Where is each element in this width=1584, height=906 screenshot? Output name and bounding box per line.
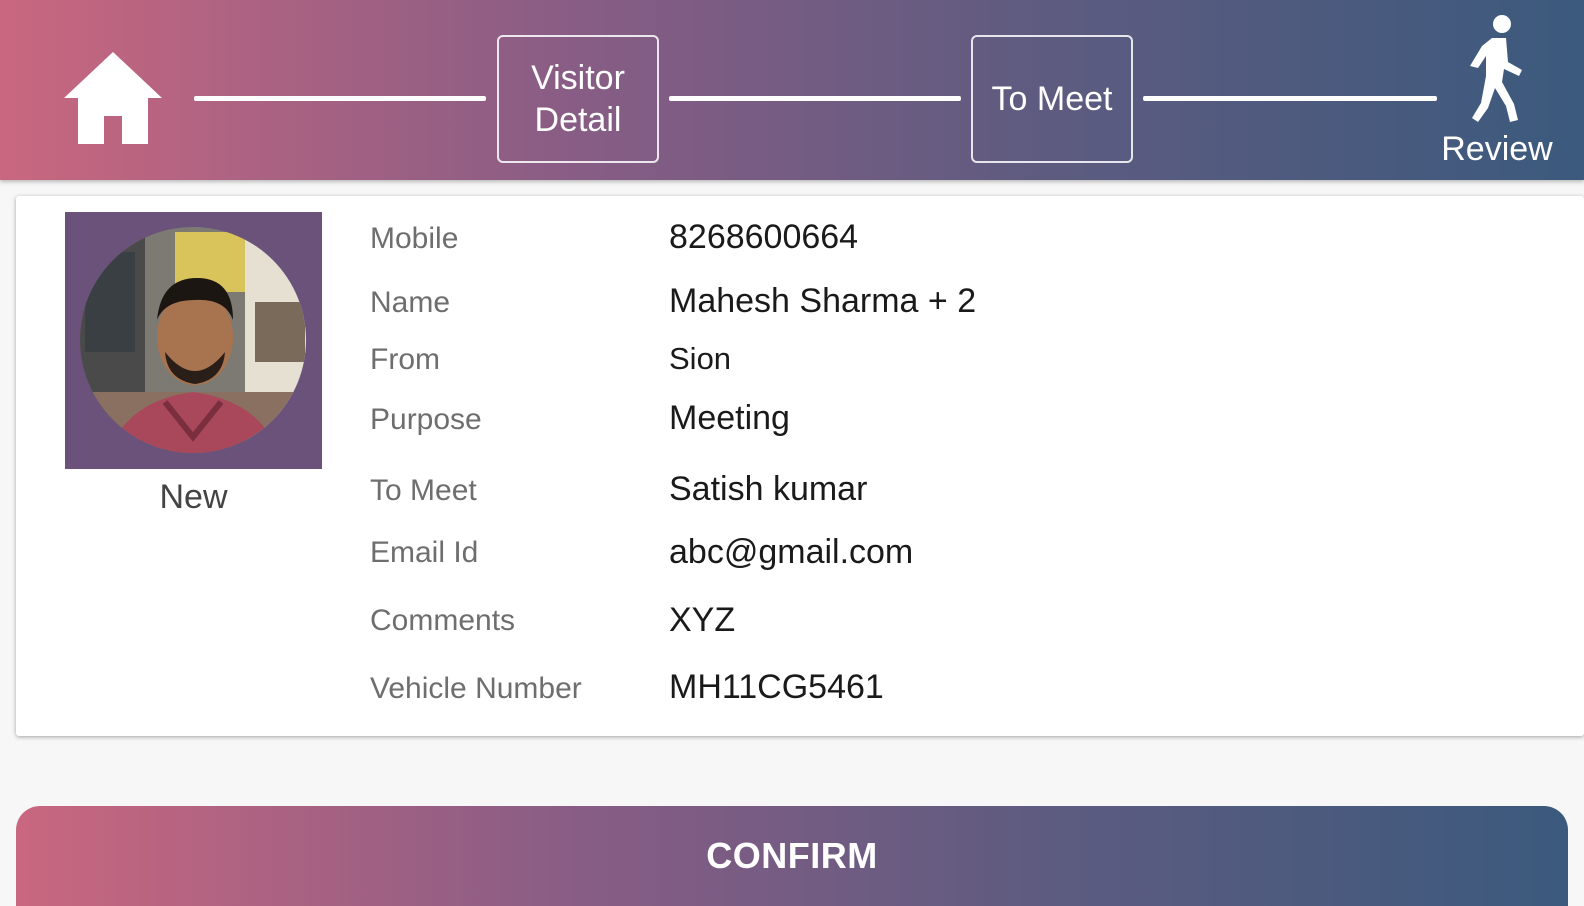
field-value-email: abc@gmail.com [669,533,914,571]
step-header: Visitor Detail To Meet Review [0,0,1584,180]
visitor-photo [65,212,322,469]
step-review[interactable]: Review [1432,12,1562,172]
field-value-to-meet: Satish kumar [669,470,868,508]
field-label-to-meet: To Meet [370,474,477,507]
field-label-name: Name [370,286,451,319]
home-icon [64,52,162,144]
step-connector [1143,96,1437,101]
field-value-purpose: Meeting [669,399,790,437]
field-label-comments: Comments [370,604,516,637]
step-visitor-detail[interactable]: Visitor Detail [497,35,659,163]
home-button[interactable] [62,48,164,150]
visitor-status-label: New [159,478,228,516]
field-label-from: From [370,343,440,376]
field-label-email: Email Id [370,536,479,569]
review-step-label: Review [1441,130,1553,168]
step-to-meet[interactable]: To Meet [971,35,1133,163]
step-connector [669,96,961,101]
field-value-vehicle-number: MH11CG5461 [669,668,884,706]
field-value-comments: XYZ [669,601,736,639]
field-label-vehicle-number: Vehicle Number [370,672,582,705]
field-label-mobile: Mobile [370,222,459,255]
visitor-details-card: New Mobile 8268600664 Name Mahesh Sharma… [16,196,1584,736]
field-value-mobile: 8268600664 [669,218,859,256]
field-value-from: Sion [669,341,732,376]
step-connector [194,96,486,101]
avatar [80,227,306,453]
field-label-purpose: Purpose [370,403,482,436]
field-value-name: Mahesh Sharma + 2 [669,282,977,320]
confirm-button[interactable]: CONFIRM [16,806,1568,906]
walking-person-icon [1470,15,1522,122]
